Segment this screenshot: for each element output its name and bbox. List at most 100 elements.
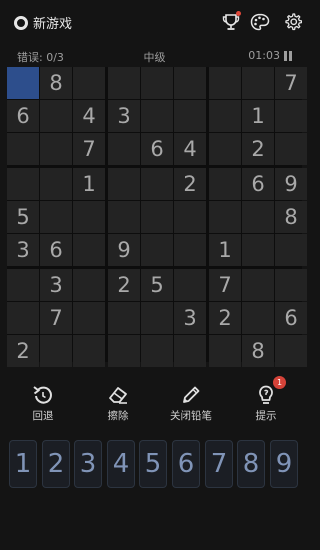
sudoku-cell-r4c6[interactable]: 2 [174,168,206,200]
number-key-6[interactable]: 6 [172,440,200,488]
sudoku-cell-r6c8[interactable] [242,234,274,266]
sudoku-cell-r7c3[interactable] [73,269,105,301]
new-game-title[interactable]: 新游戏 [33,13,72,32]
sudoku-cell-r7c6[interactable] [174,269,206,301]
sudoku-cell-r4c4[interactable] [108,168,140,200]
sudoku-cell-r2c4[interactable]: 3 [108,100,140,132]
sudoku-cell-r1c6[interactable] [174,67,206,99]
sudoku-cell-r7c7[interactable]: 7 [209,269,241,301]
sudoku-cell-r7c8[interactable] [242,269,274,301]
sudoku-cell-r4c7[interactable] [209,168,241,200]
palette-icon[interactable] [249,11,271,33]
sudoku-cell-r8c8[interactable] [242,302,274,334]
sudoku-cell-r1c2[interactable]: 8 [40,67,72,99]
sudoku-cell-r6c2[interactable]: 6 [40,234,72,266]
sudoku-cell-r2c9[interactable] [275,100,307,132]
sudoku-cell-r5c6[interactable] [174,201,206,233]
undo-button[interactable]: 回退 [8,383,78,423]
sudoku-cell-r8c7[interactable]: 2 [209,302,241,334]
sudoku-cell-r6c3[interactable] [73,234,105,266]
sudoku-cell-r7c5[interactable]: 5 [141,269,173,301]
hint-button[interactable]: 1 提示 [231,376,301,423]
pause-icon[interactable] [284,51,292,61]
sudoku-cell-r5c5[interactable] [141,201,173,233]
sudoku-cell-r3c2[interactable] [40,133,72,165]
sudoku-cell-r9c8[interactable]: 8 [242,335,274,367]
sudoku-cell-r6c4[interactable]: 9 [108,234,140,266]
sudoku-cell-r2c7[interactable] [209,100,241,132]
number-key-4[interactable]: 4 [107,440,135,488]
sudoku-cell-r3c4[interactable] [108,133,140,165]
number-key-1[interactable]: 1 [9,440,37,488]
sudoku-cell-r9c5[interactable] [141,335,173,367]
new-game-icon[interactable] [14,16,28,30]
sudoku-cell-r5c3[interactable] [73,201,105,233]
sudoku-cell-r8c1[interactable] [7,302,39,334]
sudoku-cell-r9c6[interactable] [174,335,206,367]
sudoku-cell-r3c9[interactable] [275,133,307,165]
sudoku-cell-r4c9[interactable]: 9 [275,168,307,200]
sudoku-cell-r9c9[interactable] [275,335,307,367]
trophy-icon[interactable] [220,11,242,33]
sudoku-cell-r1c1[interactable] [7,67,39,99]
sudoku-cell-r2c8[interactable]: 1 [242,100,274,132]
sudoku-cell-r7c9[interactable] [275,269,307,301]
number-key-8[interactable]: 8 [237,440,265,488]
sudoku-cell-r1c5[interactable] [141,67,173,99]
sudoku-cell-r8c6[interactable]: 3 [174,302,206,334]
sudoku-cell-r2c1[interactable]: 6 [7,100,39,132]
number-key-9[interactable]: 9 [270,440,298,488]
sudoku-cell-r8c5[interactable] [141,302,173,334]
sudoku-cell-r1c7[interactable] [209,67,241,99]
sudoku-cell-r2c2[interactable] [40,100,72,132]
sudoku-cell-r1c8[interactable] [242,67,274,99]
sudoku-cell-r5c4[interactable] [108,201,140,233]
sudoku-cell-r3c1[interactable] [7,133,39,165]
sudoku-cell-r4c5[interactable] [141,168,173,200]
sudoku-cell-r5c9[interactable]: 8 [275,201,307,233]
sudoku-cell-r8c9[interactable]: 6 [275,302,307,334]
sudoku-cell-r3c7[interactable] [209,133,241,165]
sudoku-cell-r5c7[interactable] [209,201,241,233]
sudoku-cell-r5c8[interactable] [242,201,274,233]
erase-button[interactable]: 擦除 [83,383,153,423]
sudoku-cell-r1c4[interactable] [108,67,140,99]
sudoku-cell-r3c6[interactable]: 4 [174,133,206,165]
sudoku-cell-r1c9[interactable]: 7 [275,67,307,99]
sudoku-cell-r4c3[interactable]: 1 [73,168,105,200]
sudoku-cell-r9c4[interactable] [108,335,140,367]
sudoku-cell-r3c5[interactable]: 6 [141,133,173,165]
number-key-5[interactable]: 5 [139,440,167,488]
sudoku-cell-r2c3[interactable]: 4 [73,100,105,132]
gear-icon[interactable] [282,11,304,33]
sudoku-cell-r7c2[interactable]: 3 [40,269,72,301]
sudoku-cell-r5c1[interactable]: 5 [7,201,39,233]
sudoku-cell-r9c3[interactable] [73,335,105,367]
number-key-3[interactable]: 3 [74,440,102,488]
sudoku-cell-r6c5[interactable] [141,234,173,266]
sudoku-cell-r9c1[interactable]: 2 [7,335,39,367]
sudoku-cell-r6c9[interactable] [275,234,307,266]
sudoku-cell-r6c1[interactable]: 3 [7,234,39,266]
sudoku-cell-r4c2[interactable] [40,168,72,200]
sudoku-cell-r8c4[interactable] [108,302,140,334]
pencil-toggle-button[interactable]: 关闭铅笔 [156,383,226,423]
sudoku-cell-r9c2[interactable] [40,335,72,367]
sudoku-cell-r4c1[interactable] [7,168,39,200]
sudoku-cell-r5c2[interactable] [40,201,72,233]
number-key-2[interactable]: 2 [42,440,70,488]
sudoku-cell-r8c3[interactable] [73,302,105,334]
sudoku-cell-r7c4[interactable]: 2 [108,269,140,301]
sudoku-cell-r1c3[interactable] [73,67,105,99]
sudoku-cell-r9c7[interactable] [209,335,241,367]
sudoku-cell-r2c5[interactable] [141,100,173,132]
number-key-7[interactable]: 7 [205,440,233,488]
sudoku-cell-r2c6[interactable] [174,100,206,132]
sudoku-cell-r8c2[interactable]: 7 [40,302,72,334]
sudoku-cell-r3c8[interactable]: 2 [242,133,274,165]
sudoku-cell-r6c7[interactable]: 1 [209,234,241,266]
sudoku-cell-r4c8[interactable]: 6 [242,168,274,200]
sudoku-cell-r6c6[interactable] [174,234,206,266]
sudoku-cell-r7c1[interactable] [7,269,39,301]
sudoku-cell-r3c3[interactable]: 7 [73,133,105,165]
